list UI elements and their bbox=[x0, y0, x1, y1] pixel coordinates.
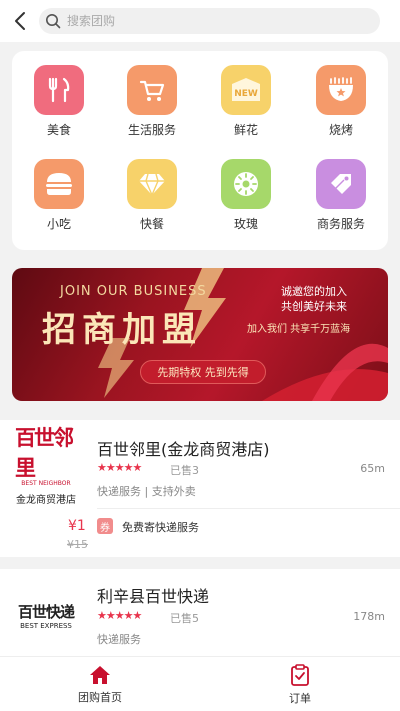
order-icon bbox=[291, 663, 309, 686]
logo-text: 百世邻里 bbox=[15, 426, 74, 480]
sold-count: 已售3 bbox=[170, 464, 199, 477]
chevron-left-icon bbox=[15, 12, 25, 30]
banner-slogan: 诚邀您的加入 共创美好未来 bbox=[281, 284, 347, 314]
distance: 178m bbox=[353, 610, 385, 623]
category-label: 小吃 bbox=[46, 217, 71, 231]
category-food[interactable]: 美食 bbox=[14, 65, 104, 155]
shop-logo: 百世邻里 BEST NEIGHBOR 金龙商贸港店 bbox=[15, 426, 77, 506]
category-snacks[interactable]: 小吃 bbox=[14, 159, 104, 249]
rating-stars: ★★★★★ bbox=[97, 461, 142, 474]
category-life-service[interactable]: 生活服务 bbox=[107, 65, 197, 155]
burger-icon bbox=[46, 173, 72, 195]
category-bbq[interactable]: 烧烤 bbox=[296, 65, 386, 155]
shop-name: 百世邻里(金龙商贸港店) bbox=[97, 440, 270, 459]
search-bar[interactable] bbox=[39, 8, 380, 34]
category-label: 生活服务 bbox=[127, 123, 176, 137]
tab-label: 团购首页 bbox=[78, 690, 122, 704]
category-rose[interactable]: 玫瑰 bbox=[201, 159, 291, 249]
shop-logo: 百世快递 BEST EXPRESS bbox=[15, 587, 77, 643]
original-price: ¥15 bbox=[67, 538, 88, 551]
category-label: 烧烤 bbox=[328, 123, 353, 137]
svg-text:NEW: NEW bbox=[234, 89, 258, 99]
category-label: 美食 bbox=[46, 123, 71, 137]
coupon-badge: 券 bbox=[97, 518, 113, 534]
fork-knife-icon bbox=[48, 77, 70, 103]
new-tag-icon: NEW bbox=[232, 78, 260, 101]
banner-slogan-line2: 共创美好未来 bbox=[281, 300, 347, 313]
shop-name: 利辛县百世快递 bbox=[97, 587, 210, 606]
back-button[interactable] bbox=[8, 8, 34, 34]
tab-label: 订单 bbox=[289, 691, 311, 705]
category-fastfood[interactable]: 快餐 bbox=[107, 159, 197, 249]
category-grid: 美食 生活服务 NEW 鲜花 烧烤 小吃 快餐 玫瑰 商务服务 bbox=[12, 51, 388, 250]
search-icon bbox=[46, 14, 61, 29]
shop-item[interactable]: 百世邻里 BEST NEIGHBOR 金龙商贸港店 百世邻里(金龙商贸港店) ★… bbox=[0, 420, 400, 557]
banner-english-title: JOIN OUR BUSINESS bbox=[60, 284, 207, 299]
search-input[interactable] bbox=[67, 14, 347, 28]
category-flowers[interactable]: NEW 鲜花 bbox=[201, 65, 291, 155]
home-icon bbox=[90, 665, 110, 684]
diamond-icon bbox=[139, 173, 165, 197]
distance: 65m bbox=[360, 462, 385, 475]
category-label: 鲜花 bbox=[233, 123, 258, 137]
banner-title: 招商加盟 bbox=[42, 310, 202, 350]
logo-subtext: BEST NEIGHBOR bbox=[21, 480, 71, 487]
price-tag-icon bbox=[331, 174, 351, 194]
logo-subtext: BEST EXPRESS bbox=[20, 621, 72, 630]
shopping-cart-icon bbox=[139, 80, 165, 101]
top-bar bbox=[0, 0, 400, 42]
sold-count: 已售5 bbox=[170, 612, 199, 625]
banner-tag: 先期特权 先到先得 bbox=[140, 360, 266, 384]
logo-branch: 金龙商贸港店 bbox=[16, 495, 76, 506]
grill-icon bbox=[329, 77, 353, 101]
category-label: 快餐 bbox=[139, 217, 164, 231]
deal-price: ¥1 bbox=[68, 518, 86, 534]
logo-text: 百世快递 bbox=[17, 602, 75, 621]
rating-stars: ★★★★★ bbox=[97, 609, 142, 622]
divider bbox=[97, 508, 400, 509]
banner-subtitle: 加入我们 共享千万蓝海 bbox=[247, 324, 351, 335]
bottom-tab-bar: 团购首页 订单 bbox=[0, 656, 400, 711]
shop-tags: 快递服务 bbox=[97, 633, 141, 646]
shop-list: 百世邻里 BEST NEIGHBOR 金龙商贸港店 百世邻里(金龙商贸港店) ★… bbox=[0, 420, 400, 656]
shop-tags: 快递服务 | 支持外卖 bbox=[97, 485, 196, 498]
section-gap bbox=[0, 557, 400, 569]
banner-slogan-line1: 诚邀您的加入 bbox=[281, 285, 347, 298]
tab-orders[interactable]: 订单 bbox=[200, 657, 400, 711]
shop-item[interactable]: 百世快递 BEST EXPRESS 利辛县百世快递 ★★★★★ 已售5 178m… bbox=[0, 569, 400, 656]
category-label: 玫瑰 bbox=[233, 217, 258, 231]
deal-title[interactable]: 免费寄快递服务 bbox=[122, 519, 199, 535]
kiwi-icon bbox=[234, 172, 258, 196]
category-business-service[interactable]: 商务服务 bbox=[296, 159, 386, 249]
promo-banner[interactable]: JOIN OUR BUSINESS 招商加盟 诚邀您的加入 共创美好未来 加入我… bbox=[12, 268, 388, 401]
tab-group-buy-home[interactable]: 团购首页 bbox=[0, 657, 200, 711]
category-label: 商务服务 bbox=[316, 217, 365, 231]
